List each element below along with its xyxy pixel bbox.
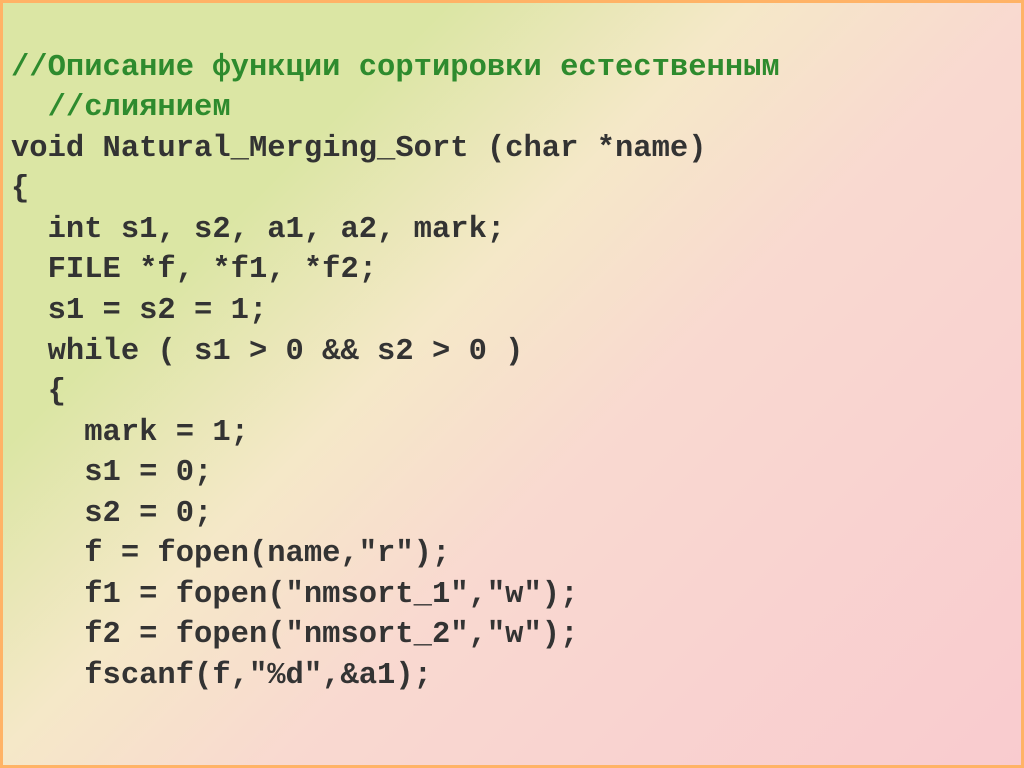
code-line: f1 = fopen("nmsort_1","w");	[11, 578, 578, 612]
code-line: {	[11, 172, 29, 206]
code-comment-line-2: //слиянием	[11, 91, 231, 125]
code-line: f = fopen(name,"r");	[11, 537, 450, 571]
code-comment-line-1: //Описание функции сортировки естественн…	[11, 51, 780, 85]
code-line: FILE *f, *f1, *f2;	[11, 253, 377, 287]
code-line: while ( s1 > 0 && s2 > 0 )	[11, 335, 523, 369]
code-line: s1 = s2 = 1;	[11, 294, 267, 328]
code-line: void Natural_Merging_Sort (char *name)	[11, 132, 707, 166]
code-line: fscanf(f,"%d",&a1);	[11, 659, 432, 693]
code-line: f2 = fopen("nmsort_2","w");	[11, 618, 578, 652]
code-line: mark = 1;	[11, 416, 249, 450]
code-line: s1 = 0;	[11, 456, 212, 490]
code-slide: //Описание функции сортировки естественн…	[0, 0, 1024, 768]
code-line: {	[11, 375, 66, 409]
code-line: s2 = 0;	[11, 497, 212, 531]
code-line: int s1, s2, a1, a2, mark;	[11, 213, 505, 247]
